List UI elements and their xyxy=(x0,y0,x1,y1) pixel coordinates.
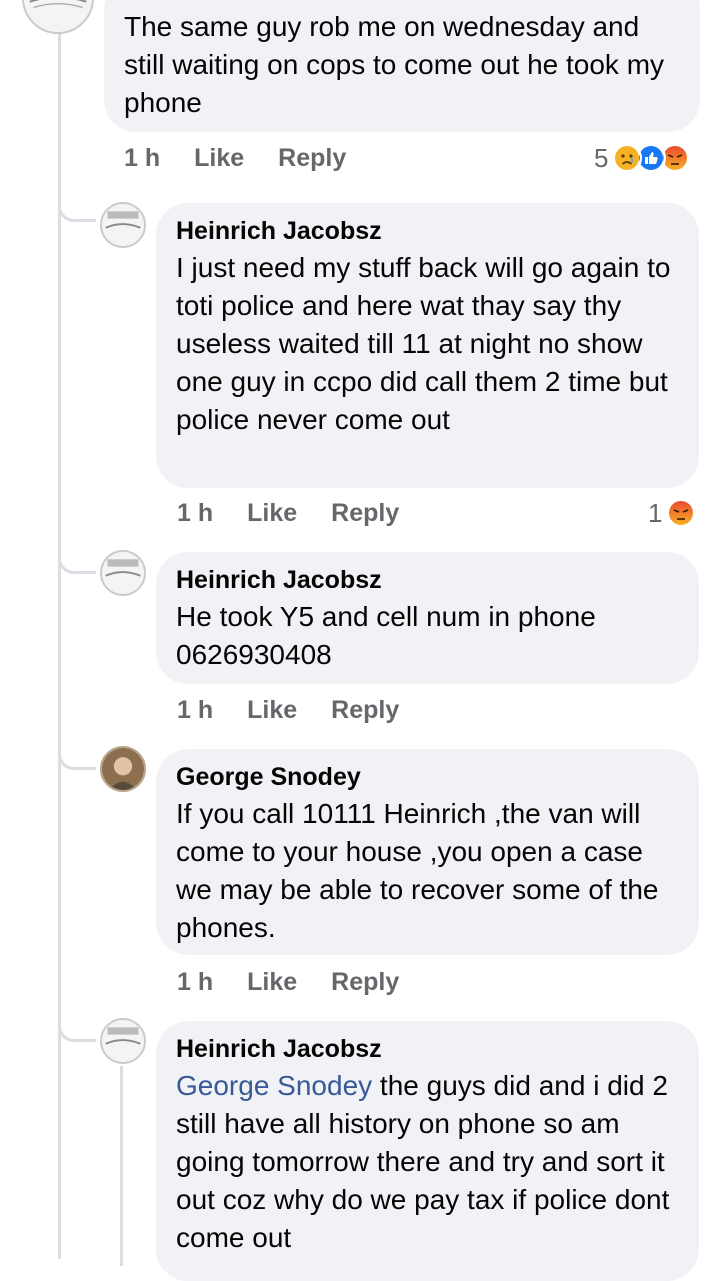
like-button[interactable]: Like xyxy=(247,696,297,725)
avatar[interactable] xyxy=(100,550,146,596)
reaction-count: 5 xyxy=(594,142,609,173)
avatar[interactable] xyxy=(100,746,146,792)
reply-button[interactable]: Reply xyxy=(278,144,346,173)
comment-timestamp[interactable]: 1 h xyxy=(177,968,213,997)
comment-timestamp[interactable]: 1 h xyxy=(177,696,213,725)
comment-bubble: George Snodey If you call 10111 Heinrich… xyxy=(156,749,699,955)
reply-button[interactable]: Reply xyxy=(331,499,399,528)
comment-actions: 1 h Like Reply xyxy=(177,692,399,728)
comment-timestamp[interactable]: 1 h xyxy=(177,499,213,528)
comment-text: George Snodey the guys did and i did 2 s… xyxy=(176,1067,679,1257)
reply-button[interactable]: Reply xyxy=(331,968,399,997)
comment-author[interactable]: George Snodey xyxy=(176,761,679,793)
avatar[interactable] xyxy=(100,202,146,248)
comment-author[interactable]: Heinrich Jacobsz xyxy=(176,1033,679,1065)
reply-button[interactable]: Reply xyxy=(331,696,399,725)
reaction-summary[interactable]: 5 xyxy=(594,140,691,176)
comment-bubble: The same guy rob me on wednesday and sti… xyxy=(104,0,700,132)
comment-actions: 1 h Like Reply xyxy=(177,964,399,1000)
reply-connector xyxy=(58,748,96,770)
reply-connector xyxy=(58,552,96,574)
comment-bubble: Heinrich Jacobsz I just need my stuff ba… xyxy=(156,203,699,488)
like-button[interactable]: Like xyxy=(247,968,297,997)
comment-text: The same guy rob me on wednesday and sti… xyxy=(124,11,665,118)
angry-icon xyxy=(666,498,697,528)
comment-bubble: Heinrich Jacobsz George Snodey the guys … xyxy=(156,1021,699,1281)
sad-icon xyxy=(612,143,643,173)
like-button[interactable]: Like xyxy=(194,144,244,173)
reply-connector xyxy=(58,1020,96,1042)
reply-connector xyxy=(58,200,96,222)
comment-actions: 1 h Like Reply xyxy=(177,495,399,531)
reaction-summary[interactable]: 1 xyxy=(648,495,697,531)
avatar[interactable] xyxy=(100,1018,146,1064)
comment-actions: 1 h Like Reply xyxy=(124,140,346,176)
comment-bubble: Heinrich Jacobsz He took Y5 and cell num… xyxy=(156,552,699,684)
comment-author[interactable]: Heinrich Jacobsz xyxy=(176,564,679,596)
thread-line xyxy=(58,0,61,1259)
like-button[interactable]: Like xyxy=(247,499,297,528)
avatar[interactable] xyxy=(22,0,94,34)
comment-text: I just need my stuff back will go again … xyxy=(176,252,671,435)
reaction-count: 1 xyxy=(648,497,663,528)
mention-link[interactable]: George Snodey xyxy=(176,1070,372,1101)
reply-thread-line xyxy=(120,1066,123,1266)
comment-text: He took Y5 and cell num in phone 0626930… xyxy=(176,601,596,670)
comment-text: If you call 10111 Heinrich ,the van will… xyxy=(176,798,659,943)
comment-timestamp[interactable]: 1 h xyxy=(124,144,160,173)
comment-author[interactable]: Heinrich Jacobsz xyxy=(176,215,679,247)
